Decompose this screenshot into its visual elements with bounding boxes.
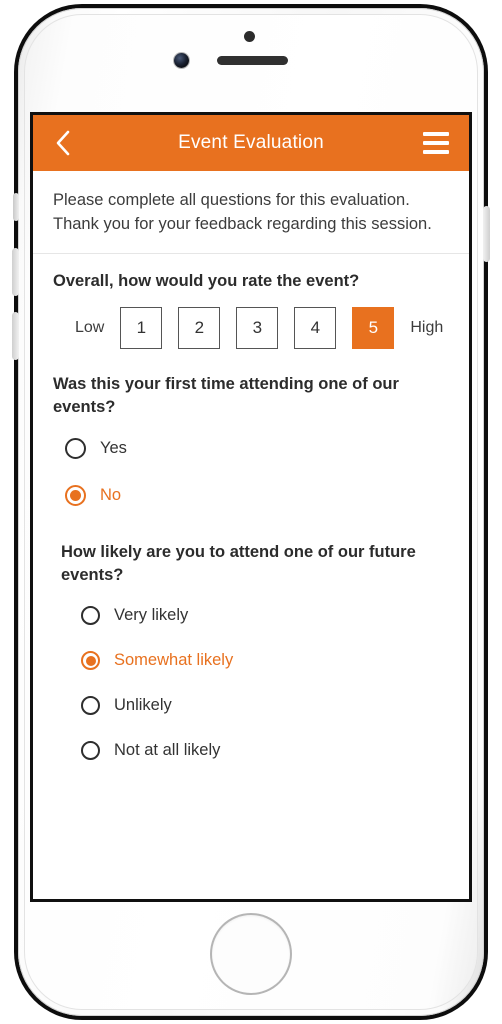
page-title: Event Evaluation	[178, 132, 324, 153]
radio-option-label: Very likely	[114, 606, 189, 625]
screenshot-stage: Event Evaluation Please complete all que…	[0, 0, 502, 1024]
rating-options: 1 2 3 4 5	[120, 306, 395, 349]
radio-option-label: Somewhat likely	[114, 651, 234, 670]
radio-circle-icon	[81, 606, 100, 626]
rating-option-3[interactable]: 3	[236, 306, 279, 349]
radio-circle-icon	[81, 696, 100, 716]
volume-up-button[interactable]	[12, 248, 19, 296]
radio-option-label: Unlikely	[114, 696, 172, 715]
phone-screen: Event Evaluation Please complete all que…	[30, 112, 472, 902]
hamburger-menu-icon[interactable]	[417, 115, 455, 171]
rating-high-label: High	[410, 318, 444, 336]
question-first-time: Was this your first time attending one o…	[33, 357, 469, 523]
question-title: Was this your first time attending one o…	[53, 374, 399, 417]
question-title: Overall, how would you rate the event?	[53, 271, 360, 290]
power-button[interactable]	[483, 206, 490, 262]
intro-line-2: Thank you for your feedback regarding th…	[53, 214, 432, 233]
volume-down-button[interactable]	[12, 312, 19, 360]
radio-circle-selected-icon	[81, 651, 100, 671]
app-bar: Event Evaluation	[33, 115, 469, 171]
radio-circle-icon	[65, 438, 86, 460]
question-overall-rating: Overall, how would you rate the event? L…	[33, 254, 469, 357]
rating-low-label: Low	[75, 318, 105, 336]
radio-option-somewhat-likely[interactable]: Somewhat likely	[69, 638, 449, 683]
radio-option-yes[interactable]: Yes	[53, 425, 449, 472]
radio-option-not-at-all-likely[interactable]: Not at all likely	[69, 728, 449, 773]
rating-option-1[interactable]: 1	[120, 306, 163, 349]
question-future-likelihood: How likely are you to attend one of our …	[33, 523, 469, 777]
question-title: How likely are you to attend one of our …	[61, 543, 416, 585]
front-camera-icon	[174, 53, 189, 68]
radio-circle-icon	[81, 741, 100, 761]
earpiece-speaker	[217, 56, 288, 65]
rating-option-5[interactable]: 5	[352, 306, 395, 349]
intro-text: Please complete all questions for this e…	[33, 171, 469, 254]
back-icon[interactable]	[49, 115, 77, 171]
radio-option-label: Yes	[100, 439, 127, 458]
home-button[interactable]	[210, 913, 292, 995]
proximity-sensor-icon	[244, 31, 255, 42]
radio-option-very-likely[interactable]: Very likely	[69, 593, 449, 638]
rating-option-2[interactable]: 2	[178, 306, 221, 349]
radio-option-no[interactable]: No	[53, 472, 449, 519]
form-content: Please complete all questions for this e…	[33, 171, 469, 777]
radio-group-first-time: Yes No	[53, 425, 449, 519]
radio-option-label: Not at all likely	[114, 741, 221, 760]
radio-group-future-likelihood: Very likely Somewhat likely Unlikely Not…	[61, 593, 449, 773]
rating-scale: Low 1 2 3 4 5 High	[75, 306, 449, 349]
radio-circle-selected-icon	[65, 485, 86, 507]
intro-line-1: Please complete all questions for this e…	[53, 191, 410, 209]
rating-option-4[interactable]: 4	[294, 306, 337, 349]
silent-switch-button[interactable]	[13, 193, 19, 221]
radio-option-label: No	[100, 486, 122, 505]
radio-option-unlikely[interactable]: Unlikely	[69, 683, 449, 728]
